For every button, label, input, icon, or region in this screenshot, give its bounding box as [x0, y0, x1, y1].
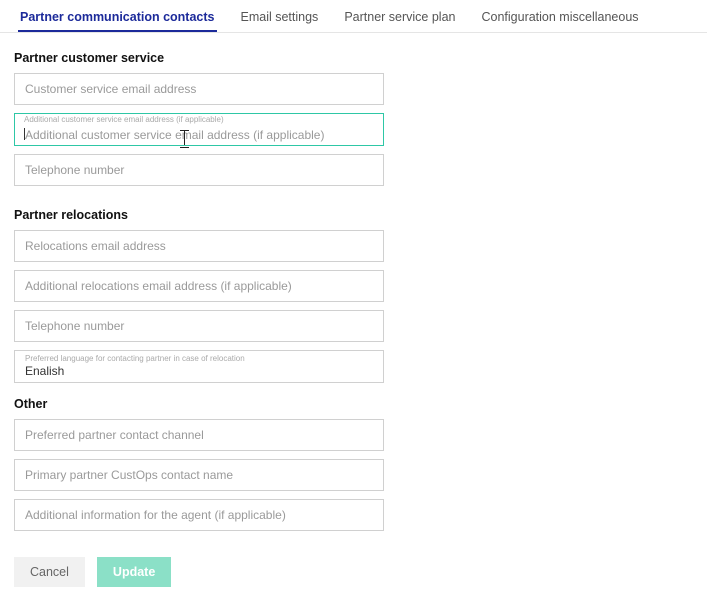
relocations-email-input[interactable]	[14, 230, 384, 262]
relocations-language-label: Preferred language for contacting partne…	[25, 354, 373, 364]
tab-partner-service-plan[interactable]: Partner service plan	[342, 10, 457, 32]
section-title-relocations: Partner relocations	[14, 208, 693, 222]
other-custops-input[interactable]	[14, 459, 384, 491]
other-additional-info-input[interactable]	[14, 499, 384, 531]
customer-service-additional-email-input[interactable]	[14, 113, 384, 146]
button-row: Cancel Update	[14, 557, 693, 587]
cancel-button[interactable]: Cancel	[14, 557, 85, 587]
section-title-other: Other	[14, 397, 693, 411]
section-title-customer-service: Partner customer service	[14, 51, 693, 65]
update-button[interactable]: Update	[97, 557, 171, 587]
tabs-bar: Partner communication contacts Email set…	[0, 0, 707, 33]
other-channel-input[interactable]	[14, 419, 384, 451]
tab-email-settings[interactable]: Email settings	[239, 10, 321, 32]
tab-configuration-miscellaneous[interactable]: Configuration miscellaneous	[479, 10, 640, 32]
relocations-additional-email-input[interactable]	[14, 270, 384, 302]
relocations-language-value: Enalish	[25, 364, 373, 378]
form-content: Partner customer service Additional cust…	[0, 33, 707, 597]
customer-service-email-input[interactable]	[14, 73, 384, 105]
tab-partner-communication-contacts[interactable]: Partner communication contacts	[18, 10, 217, 32]
customer-service-phone-input[interactable]	[14, 154, 384, 186]
relocations-phone-input[interactable]	[14, 310, 384, 342]
relocations-language-select[interactable]: Preferred language for contacting partne…	[14, 350, 384, 383]
